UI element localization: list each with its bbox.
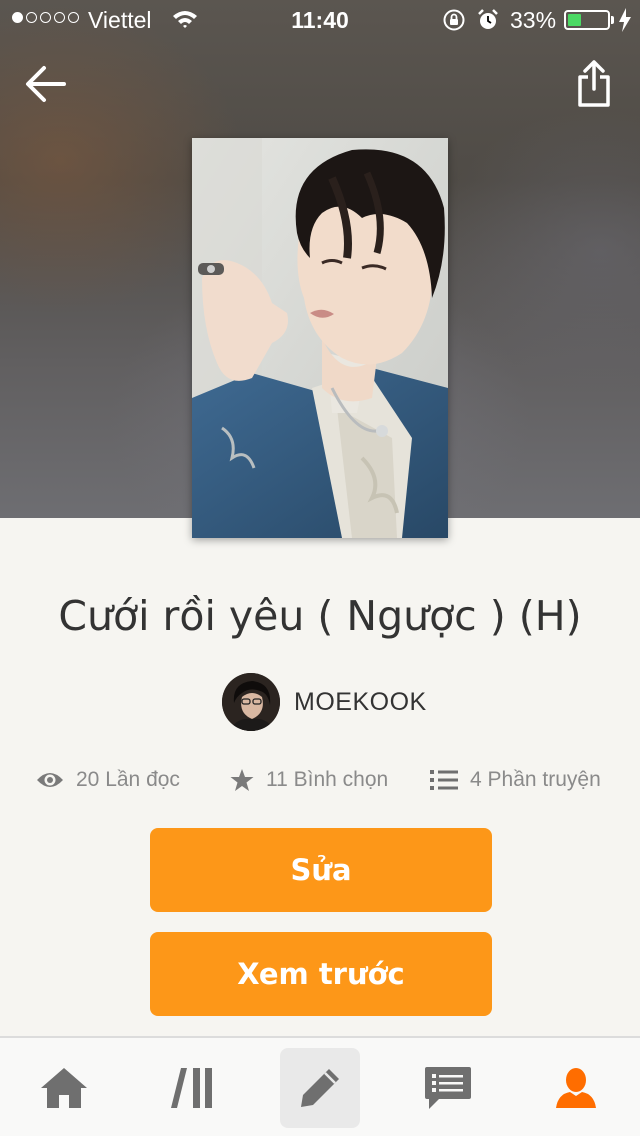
battery-percentage: 33% — [510, 7, 557, 33]
star-icon — [230, 769, 254, 791]
pencil-icon — [301, 1069, 339, 1107]
status-bar: Viettel 11:40 33% — [0, 0, 640, 40]
author-name: MOEKOOK — [294, 687, 427, 716]
parts-stat: 4 Phần truyện — [430, 762, 601, 798]
list-icon — [430, 770, 458, 790]
profile-icon — [556, 1068, 596, 1108]
votes-count: 11 Bình chọn — [266, 768, 389, 791]
arrow-left-icon — [26, 66, 66, 102]
votes-stat: 11 Bình chọn — [230, 762, 388, 798]
battery-icon — [564, 10, 610, 30]
charging-bolt-icon — [618, 8, 632, 38]
chat-icon — [425, 1067, 471, 1109]
tab-profile[interactable] — [536, 1048, 616, 1128]
share-button[interactable] — [566, 56, 622, 112]
cover-illustration — [192, 138, 448, 538]
bottom-tab-bar — [0, 1036, 640, 1136]
edit-button[interactable]: Sửa — [150, 828, 492, 912]
alarm-icon — [476, 8, 500, 38]
story-cover-image[interactable] — [192, 138, 448, 538]
reads-stat: 20 Lần đọc — [36, 762, 180, 798]
author-link[interactable]: MOEKOOK — [222, 672, 427, 732]
battery-cap — [611, 16, 614, 24]
preview-button[interactable]: Xem trước — [150, 932, 492, 1016]
tab-write[interactable] — [280, 1048, 360, 1128]
tab-library[interactable] — [152, 1048, 232, 1128]
author-avatar — [222, 673, 280, 731]
eye-icon — [37, 773, 63, 787]
story-stats: 20 Lần đọc 11 Bình chọn 4 Phần truyện — [0, 762, 640, 798]
library-icon — [171, 1068, 212, 1108]
back-button[interactable] — [18, 56, 74, 112]
rotation-lock-icon — [442, 8, 466, 38]
home-icon — [41, 1068, 87, 1108]
tab-messages[interactable] — [408, 1048, 488, 1128]
share-icon — [578, 60, 610, 107]
tab-home[interactable] — [24, 1048, 104, 1128]
reads-count: 20 Lần đọc — [76, 768, 180, 791]
parts-count: 4 Phần truyện — [470, 768, 601, 791]
story-title: Cưới rồi yêu ( Ngược ) (H) — [58, 592, 582, 640]
